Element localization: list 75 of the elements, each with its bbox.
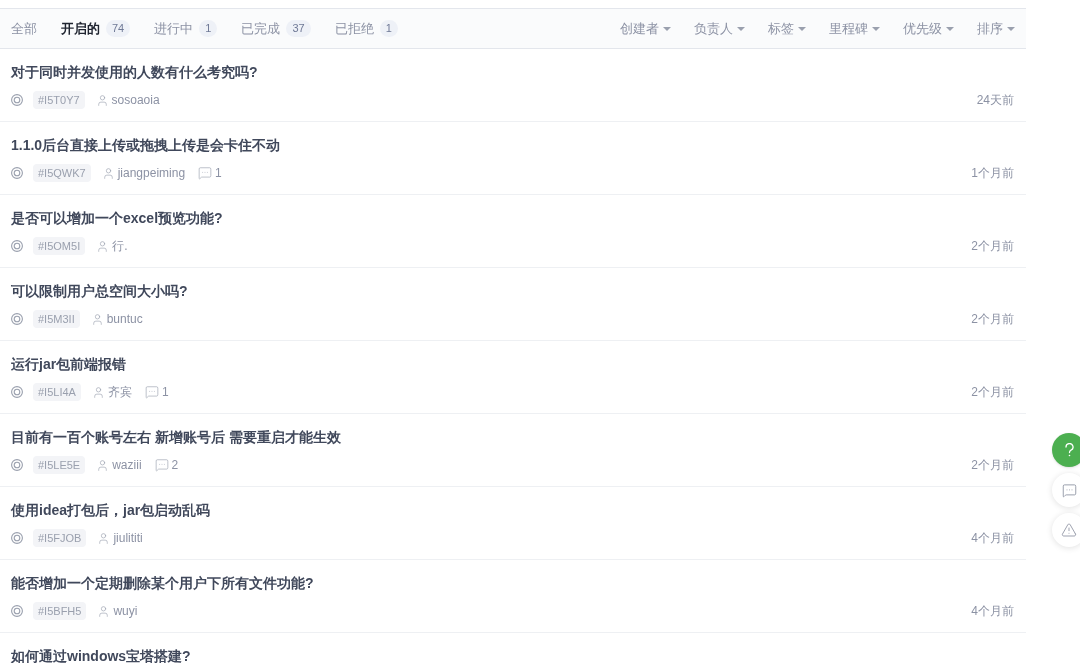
author-name: jiangpeiming (117, 165, 186, 182)
comment-count: 2 (171, 457, 179, 474)
user-icon (95, 93, 109, 107)
issue-title[interactable]: 运行jar包前端报错 (11, 354, 127, 374)
comment-icon (198, 166, 213, 180)
issue-title[interactable]: 使用idea打包后，jar包启动乱码 (11, 500, 211, 520)
updated-time: 1个月前 (971, 165, 1015, 182)
caret-icon (946, 26, 954, 31)
filter-tab[interactable]: 已完成 37 (241, 18, 311, 39)
help-button[interactable] (1052, 433, 1080, 467)
author-name: jiulititi (113, 530, 143, 547)
status-icon (11, 386, 23, 398)
user-icon (97, 531, 111, 545)
status-icon (11, 167, 23, 179)
issue-id-tag: #I5LE5E (33, 456, 86, 474)
status-icon (11, 532, 23, 544)
comment-count: 1 (161, 384, 169, 401)
issue-id-tag: #I5LI4A (33, 383, 81, 401)
author-name: sosoaoia (111, 92, 160, 109)
updated-time: 24天前 (976, 92, 1015, 109)
updated-time: 2个月前 (971, 384, 1015, 401)
issue-id-tag: #I5BFH5 (33, 602, 87, 620)
user-icon (90, 312, 104, 326)
issue-title[interactable]: 目前有一百个账号左右 新增账号后 需要重启才能生效 (11, 427, 341, 447)
status-icon (11, 94, 23, 106)
issue-title[interactable]: 对于同时并发使用的人数有什么考究吗? (11, 62, 258, 82)
author-name: 齐宾 (107, 384, 132, 401)
user-icon (91, 385, 105, 399)
status-icon (11, 240, 23, 252)
author-name: waziii (112, 457, 142, 474)
caret-icon (872, 26, 880, 31)
updated-time: 4个月前 (971, 530, 1015, 547)
count-badge: 37 (286, 20, 311, 37)
user-icon (97, 604, 111, 618)
issue-title[interactable]: 可以限制用户总空间大小吗? (11, 281, 188, 301)
comment-count: 1 (215, 165, 222, 182)
user-icon (101, 166, 115, 180)
filter-tab[interactable]: 开启的 74 (61, 18, 131, 39)
user-icon (96, 239, 110, 253)
warning-icon (1061, 522, 1077, 538)
issue-id-tag: #I5QWK7 (33, 164, 91, 182)
updated-time: 4个月前 (971, 603, 1015, 620)
issue-title[interactable]: 如何通过windows宝塔搭建? (11, 646, 191, 663)
filter-tab[interactable]: 进行中 1 (154, 18, 218, 39)
count-badge: 74 (106, 20, 131, 37)
user-icon (96, 458, 110, 472)
caret-icon (1007, 26, 1015, 31)
issue-id-tag: #I5OM5I (33, 237, 86, 255)
updated-time: 2个月前 (971, 311, 1015, 328)
comment-icon (144, 385, 159, 399)
status-icon (11, 605, 23, 617)
issue-id-tag: #I5T0Y7 (33, 91, 85, 109)
caret-icon (663, 26, 671, 31)
author-name: buntuc (106, 311, 143, 328)
feedback-button[interactable] (1052, 473, 1080, 507)
author-name: wuyi (113, 603, 138, 620)
count-badge: 1 (199, 20, 218, 37)
comment-icon (154, 458, 169, 472)
report-button[interactable] (1052, 513, 1080, 547)
updated-time: 2个月前 (971, 238, 1015, 255)
count-badge: 1 (379, 20, 398, 37)
status-icon (11, 313, 23, 325)
issue-title[interactable]: 是否可以增加一个excel预览功能? (11, 208, 223, 228)
issue-id-tag: #I5FJOB (33, 529, 87, 547)
issue-id-tag: #I5M3II (33, 310, 80, 328)
filter-tab[interactable]: 已拒绝 1 (334, 18, 398, 39)
issue-title[interactable]: 1.1.0后台直接上传或拖拽上传是会卡住不动 (11, 135, 281, 155)
caret-icon (737, 26, 745, 31)
caret-icon (798, 26, 806, 31)
issue-title[interactable]: 能否增加一个定期删除某个用户下所有文件功能? (11, 573, 314, 593)
question-icon (1064, 443, 1074, 457)
comment-icon (1061, 482, 1077, 498)
updated-time: 2个月前 (971, 457, 1015, 474)
status-icon (11, 459, 23, 471)
author-name: 行. (112, 238, 128, 255)
